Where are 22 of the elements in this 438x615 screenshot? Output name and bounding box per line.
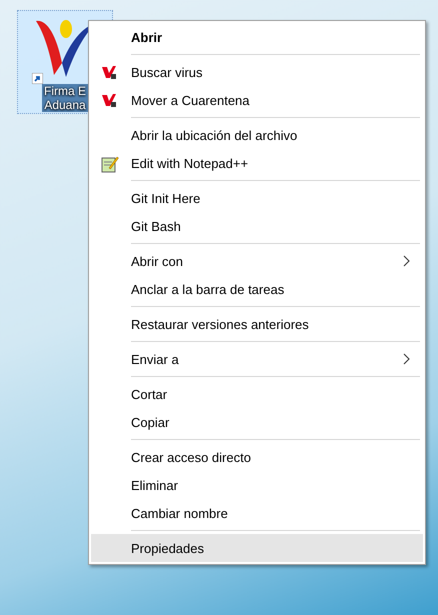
menu-item[interactable]: Git Init Here: [91, 184, 423, 212]
menu-item[interactable]: Abrir con: [91, 247, 423, 275]
menu-item[interactable]: Anclar a la barra de tareas: [91, 275, 423, 303]
shortcut-arrow-icon: [32, 73, 43, 84]
menu-item[interactable]: Cortar: [91, 380, 423, 408]
antivirus-icon: [101, 64, 117, 80]
menu-item[interactable]: Eliminar: [91, 471, 423, 499]
chevron-right-icon: [403, 353, 411, 365]
notepad-icon: [101, 155, 119, 173]
menu-item[interactable]: Crear acceso directo: [91, 443, 423, 471]
menu-item[interactable]: Copiar: [91, 408, 423, 436]
chevron-right-icon: [403, 255, 411, 267]
menu-item[interactable]: Git Bash: [91, 212, 423, 240]
menu-item[interactable]: Enviar a: [91, 345, 423, 373]
antivirus-icon: [101, 92, 117, 108]
menu-item[interactable]: Propiedades: [91, 534, 423, 562]
menu-item[interactable]: Cambiar nombre: [91, 499, 423, 527]
menu-item[interactable]: Restaurar versiones anteriores: [91, 310, 423, 338]
shortcut-label: Aduana: [42, 98, 88, 112]
shortcut-label: Firma E: [42, 84, 88, 98]
menu-item[interactable]: Abrir la ubicación del archivo: [91, 121, 423, 149]
menu-item[interactable]: Edit with Notepad++: [91, 149, 423, 177]
